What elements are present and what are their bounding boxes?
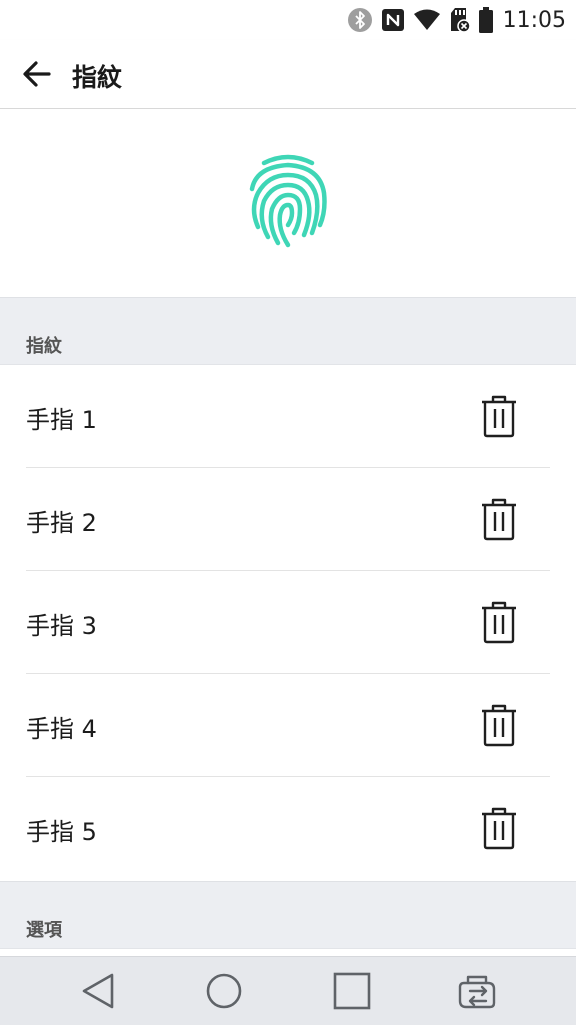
trash-icon[interactable] [480,806,518,850]
trash-icon[interactable] [480,497,518,541]
back-arrow-icon[interactable] [18,54,58,94]
nfc-icon [381,9,404,31]
app-bar: 指紋 [0,40,576,109]
section-header-fingerprints: 指紋 [0,297,576,365]
trash-icon[interactable] [480,703,518,747]
trash-icon[interactable] [480,600,518,644]
list-item[interactable]: 手指 1 [0,364,576,467]
section-header-options: 選項 [0,881,576,949]
list-item[interactable]: 手指 2 [0,467,576,570]
sd-card-icon [450,8,471,33]
fingerprint-list: 手指 1 手指 2 手指 3 手指 4 手指 5 [0,364,576,879]
fingerprint-name: 手指 4 [26,715,97,743]
battery-icon [478,7,493,33]
status-bar: 11:05 [0,0,576,40]
fingerprint-icon [249,154,327,248]
recents-nav-icon[interactable] [330,971,374,1011]
section-header-label: 指紋 [26,336,62,357]
list-item[interactable]: 手指 5 [0,776,576,879]
fingerprint-name: 手指 3 [26,612,97,640]
fingerprint-name: 手指 2 [26,509,97,537]
dual-window-icon[interactable] [456,971,500,1011]
fingerprint-hero [0,109,576,297]
trash-icon[interactable] [480,394,518,438]
status-time: 11:05 [502,7,566,33]
home-nav-icon[interactable] [202,971,246,1011]
back-nav-icon[interactable] [76,971,120,1011]
page-title: 指紋 [72,63,123,92]
bluetooth-icon [347,8,372,32]
section-header-label: 選項 [26,920,62,941]
status-icons: 11:05 [347,6,566,34]
fingerprint-name: 手指 1 [26,406,97,434]
list-item[interactable]: 手指 3 [0,570,576,673]
wifi-icon [413,9,440,30]
fingerprint-name: 手指 5 [26,818,97,846]
navigation-bar [0,956,576,1025]
list-item[interactable]: 手指 4 [0,673,576,776]
